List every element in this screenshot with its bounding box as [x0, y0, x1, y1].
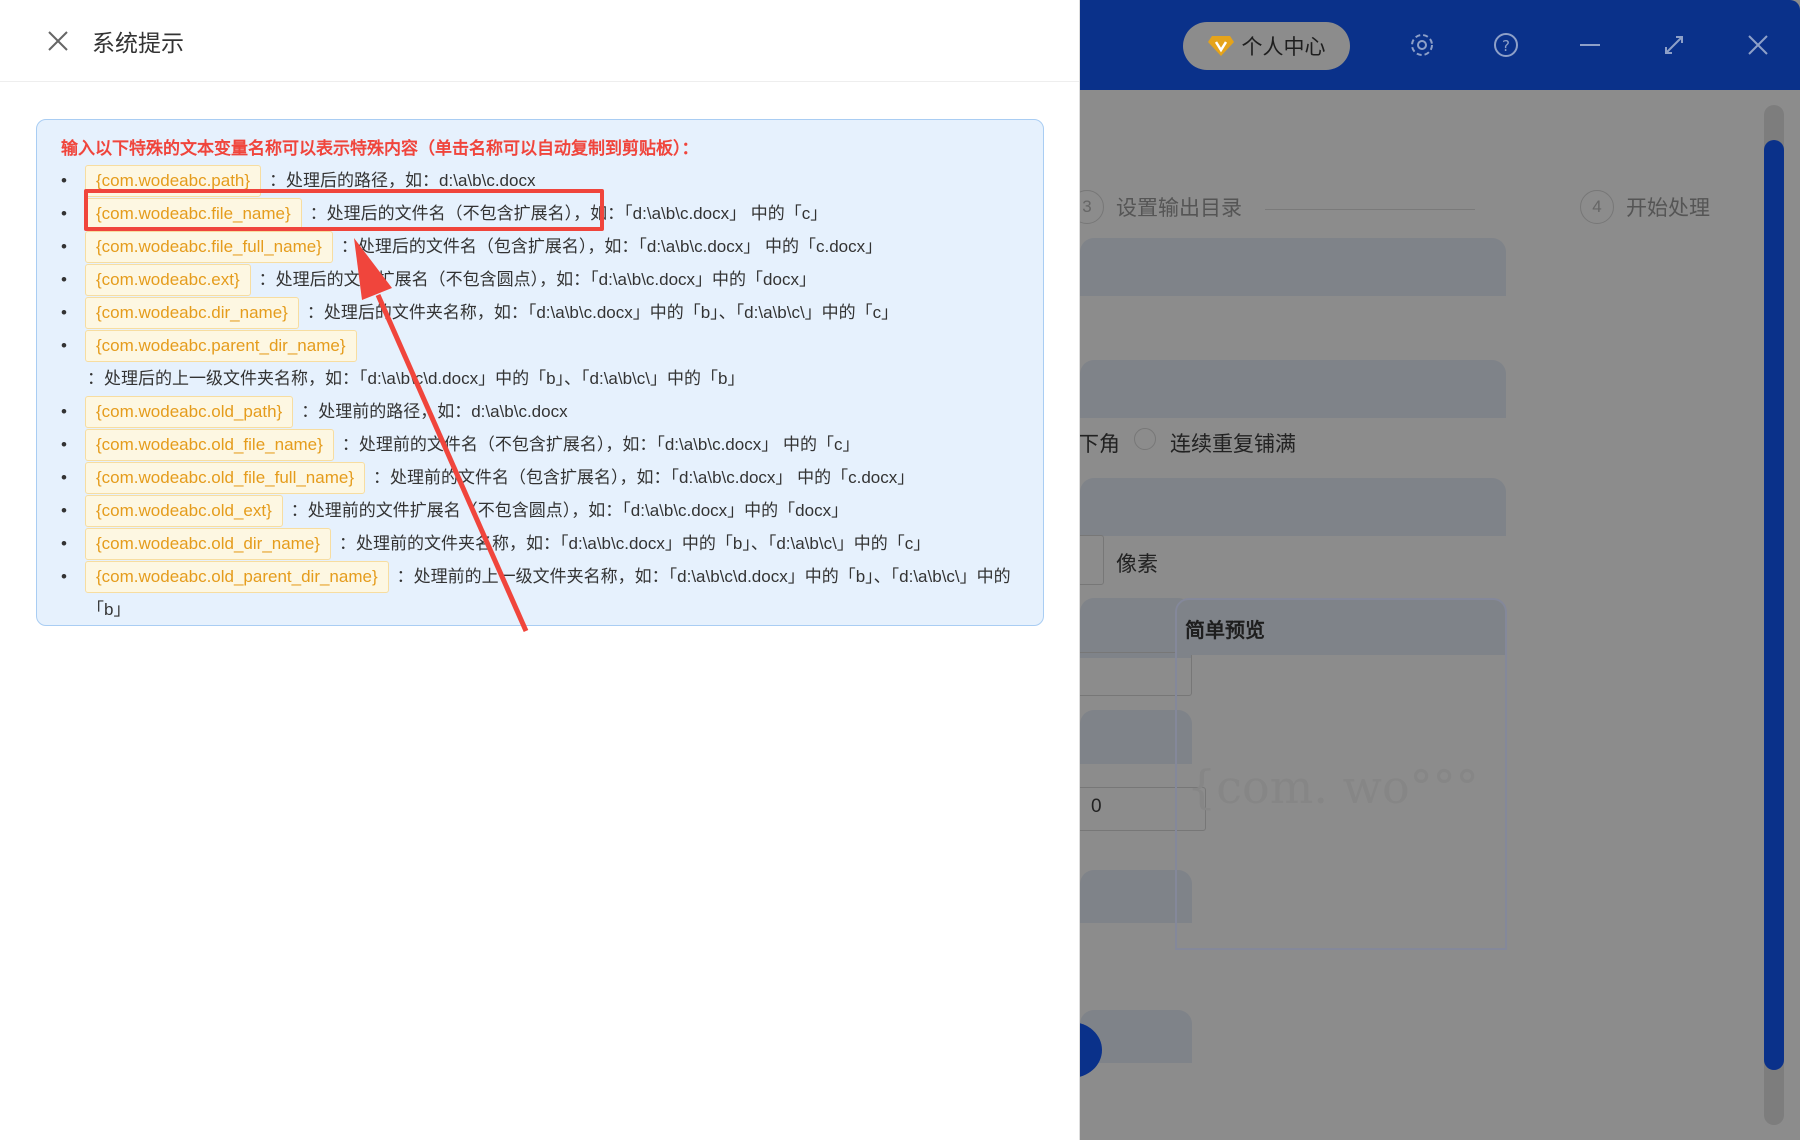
system-prompt-dialog: 系统提示 输入以下特殊的文本变量名称可以表示特殊内容（单击名称可以自动复制到剪贴… [0, 0, 1080, 1140]
text-input[interactable] [1070, 652, 1192, 696]
step-label: 设置输出目录 [1116, 197, 1242, 220]
maximize-icon[interactable] [1654, 25, 1694, 65]
step-3: 3 设置输出目录 [1070, 190, 1242, 224]
scrollbar-thumb[interactable] [1764, 140, 1784, 1070]
step-4: 4 开始处理 [1580, 190, 1710, 224]
step-label: 开始处理 [1626, 197, 1710, 220]
step-connector [1265, 209, 1475, 210]
minimize-icon[interactable] [1570, 25, 1610, 65]
personal-center-label: 个人中心 [1241, 36, 1326, 59]
svg-text:?: ? [1502, 37, 1510, 55]
radio-repeat-fill[interactable] [1134, 428, 1156, 450]
preview-text: {com. wo°°° [1187, 760, 1479, 814]
section-header [1080, 238, 1506, 296]
radio-option-label: 连续重复铺满 [1170, 433, 1296, 456]
settings-gear-icon[interactable] [1402, 25, 1442, 65]
preview-panel: 简单预览 {com. wo°°° [1175, 598, 1507, 950]
help-icon[interactable]: ? [1486, 25, 1526, 65]
diamond-icon [1207, 36, 1234, 56]
personal-center-button[interactable]: 个人中心 [1183, 22, 1350, 70]
preview-title: 简单预览 [1177, 600, 1505, 655]
section-header [1080, 478, 1506, 536]
step-number: 4 [1580, 190, 1614, 224]
window-close-icon[interactable] [1738, 25, 1778, 65]
annotation-arrow-icon [354, 238, 529, 633]
unit-label: 像素 [1116, 553, 1158, 576]
radio-label: 下角 [1078, 433, 1120, 456]
section-header [1080, 360, 1506, 418]
